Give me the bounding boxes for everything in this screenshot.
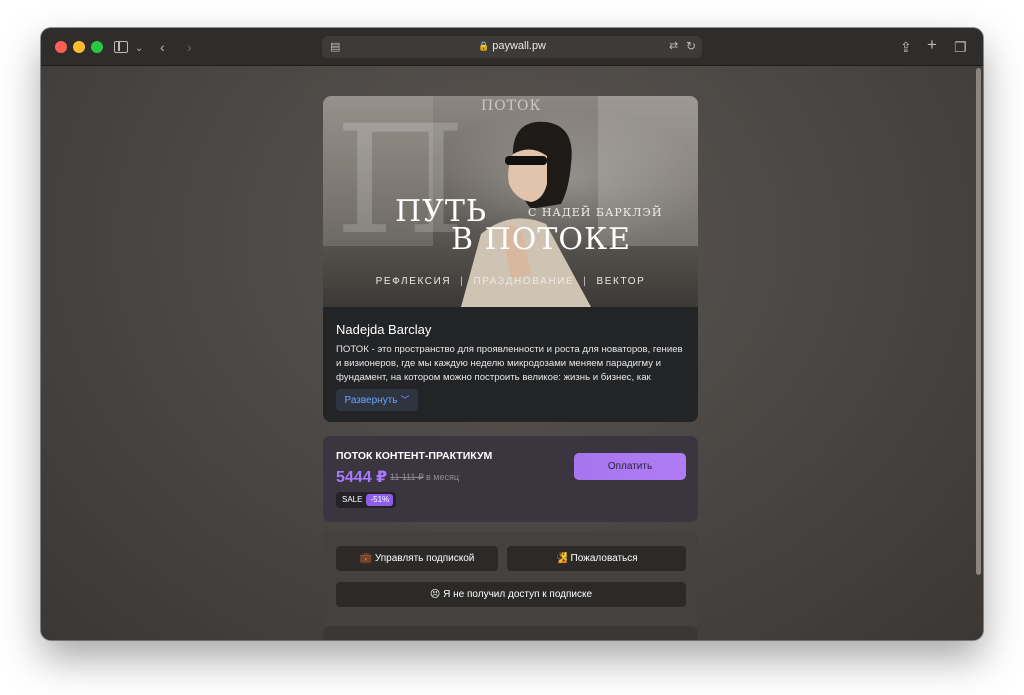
sale-badge: SALE -51% — [336, 492, 397, 508]
hero-subtitle: С НАДЕЙ БАРКЛЭЙ — [528, 206, 663, 219]
expand-button[interactable]: Развернуть ﹀ — [336, 389, 418, 411]
minimize-window-button[interactable] — [73, 41, 85, 53]
report-button[interactable]: 🧏 Пожаловаться — [507, 546, 686, 571]
hero-tag: ПРАЗДНОВАНИЕ — [473, 276, 575, 287]
plan-price: 5444 ₽ — [336, 469, 388, 486]
plan-card: ПОТОК КОНТЕНТ-ПРАКТИКУМ 5444 ₽ 11 111 ₽ … — [323, 436, 698, 522]
manage-subscription-button[interactable]: 💼 Управлять подпиской — [336, 546, 498, 571]
new-tab-icon[interactable]: + — [927, 36, 937, 54]
address-bar[interactable]: ▤ 🔒 paywall.pw ⇄ ↻ — [322, 36, 702, 58]
forward-icon[interactable]: › — [187, 38, 192, 56]
pay-button[interactable]: Оплатить — [574, 453, 686, 480]
hero-tag: ВЕКТОР — [596, 276, 646, 287]
share-icon[interactable]: ⇪ — [900, 38, 912, 56]
translate-icon[interactable]: ⇄ — [669, 39, 678, 52]
chevron-down-icon: ﹀ — [400, 395, 410, 405]
actions-card: 💼 Управлять подпиской 🧏 Пожаловаться 😣 Я… — [323, 532, 698, 632]
tab-overview-icon[interactable]: ❐ — [954, 38, 967, 56]
lock-icon: 🔒 — [477, 41, 490, 51]
sidebar-toggle-icon[interactable] — [114, 41, 128, 53]
no-access-button[interactable]: 😣 Я не получил доступ к подписке — [336, 582, 686, 607]
hero-big-letter: П — [335, 96, 466, 268]
hero-tag: РЕФЛЕКСИЯ — [375, 276, 452, 287]
plan-period: в месяц — [426, 472, 460, 482]
next-section-card — [323, 626, 698, 640]
scrollbar[interactable] — [976, 68, 981, 575]
hero-title-line2: В ПОТОКЕ — [451, 222, 632, 257]
browser-toolbar: ⌄ ‹ › ▤ 🔒 paywall.pw ⇄ ↻ ⇪ + ❐ — [41, 28, 983, 66]
url-text: paywall.pw — [492, 40, 547, 52]
plan-old-price: 11 111 ₽ — [390, 472, 424, 482]
plan-title: ПОТОК КОНТЕНТ-ПРАКТИКУМ — [336, 450, 493, 462]
close-window-button[interactable] — [55, 41, 67, 53]
zoom-window-button[interactable] — [91, 41, 103, 53]
hero-banner: ПОТОК П ПУТЬ С НАДЕЙ БАРКЛЭЙ В ПОТОКЕ РЕ… — [323, 96, 698, 307]
page-viewport: ПОТОК П ПУТЬ С НАДЕЙ БАРКЛЭЙ В ПОТОКЕ РЕ… — [41, 66, 983, 640]
discount-badge: -51% — [366, 494, 394, 506]
creator-card: ПОТОК П ПУТЬ С НАДЕЙ БАРКЛЭЙ В ПОТОКЕ РЕ… — [323, 96, 698, 422]
back-icon[interactable]: ‹ — [160, 38, 165, 56]
hero-logo: ПОТОК — [481, 98, 542, 114]
creator-name: Nadejda Barclay — [336, 322, 432, 337]
hero-tags: РЕФЛЕКСИЯ | ПРАЗДНОВАНИЕ | ВЕКТОР — [375, 276, 646, 287]
chevron-down-icon[interactable]: ⌄ — [135, 40, 143, 58]
browser-window: ⌄ ‹ › ▤ 🔒 paywall.pw ⇄ ↻ ⇪ + ❐ ПОТОК П П… — [41, 28, 983, 640]
reload-icon[interactable]: ↻ — [686, 39, 696, 53]
creator-description: ПОТОК - это пространство для проявленнос… — [336, 344, 683, 383]
